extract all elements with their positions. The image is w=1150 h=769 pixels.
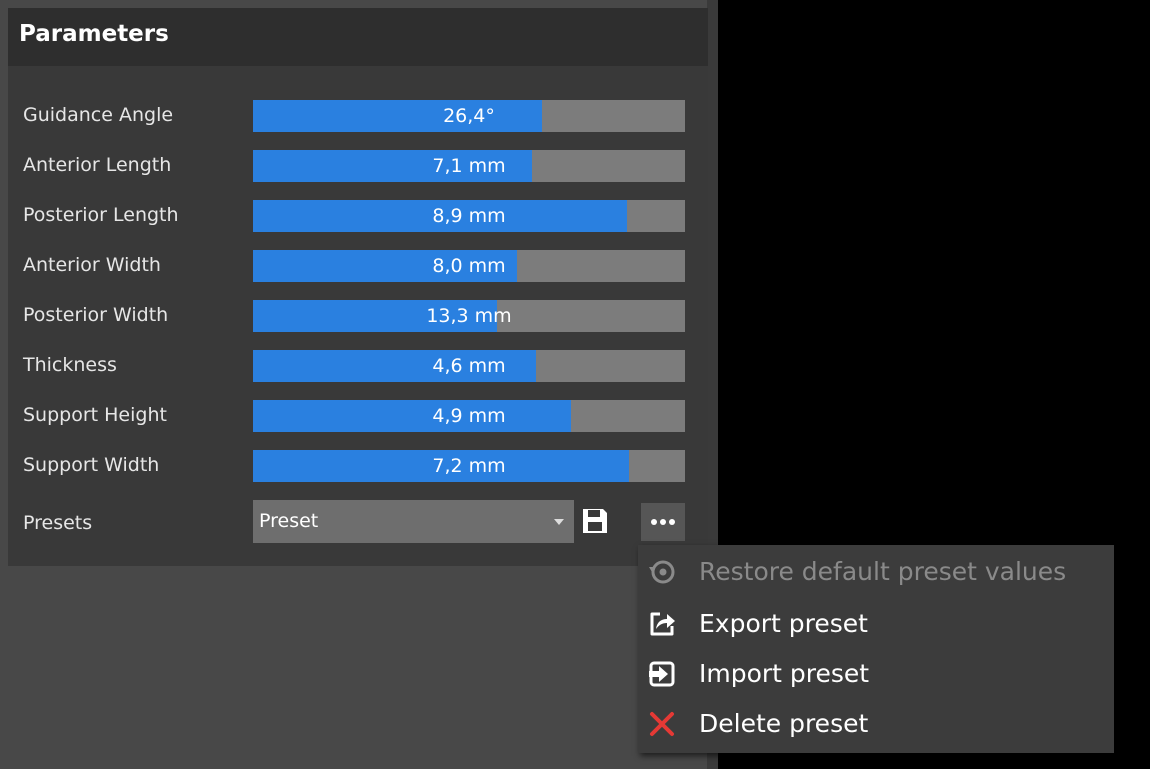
menu-item-delete-preset[interactable]: Delete preset	[638, 699, 1114, 749]
ellipsis-dot	[651, 519, 657, 525]
thickness-slider[interactable]: 4,6 mm	[253, 350, 685, 382]
anterior-width-label: Anterior Width	[23, 254, 161, 276]
thickness-label: Thickness	[23, 354, 117, 376]
restore-icon	[649, 560, 675, 584]
thickness-value: 4,6 mm	[432, 355, 506, 377]
ellipsis-dot	[660, 519, 666, 525]
delete-x-icon	[650, 712, 674, 736]
ellipsis-dot	[669, 519, 675, 525]
menu-item-label: Export preset	[699, 609, 868, 638]
row-presets: Presets Preset	[8, 500, 708, 544]
more-options-button[interactable]	[641, 503, 685, 541]
preset-selected-value: Preset	[259, 510, 319, 532]
posterior-width-label: Posterior Width	[23, 304, 169, 326]
guidance-angle-value: 26,4°	[443, 105, 495, 127]
row-anterior-width: Anterior Width 8,0 mm	[8, 250, 708, 284]
support-width-label: Support Width	[23, 454, 160, 476]
menu-item-export-preset[interactable]: Export preset	[638, 599, 1114, 649]
posterior-length-label: Posterior Length	[23, 204, 179, 226]
menu-item-import-preset[interactable]: Import preset	[638, 649, 1114, 699]
posterior-width-value: 13,3 mm	[426, 305, 512, 327]
posterior-length-slider[interactable]: 8,9 mm	[253, 200, 685, 232]
support-height-slider[interactable]: 4,9 mm	[253, 400, 685, 432]
presets-label: Presets	[23, 512, 93, 534]
row-posterior-width: Posterior Width 13,3 mm	[8, 300, 708, 334]
row-support-height: Support Height 4,9 mm	[8, 400, 708, 434]
row-thickness: Thickness 4,6 mm	[8, 350, 708, 384]
anterior-length-value: 7,1 mm	[432, 155, 506, 177]
posterior-width-slider[interactable]: 13,3 mm	[253, 300, 685, 332]
panel-title: Parameters	[19, 21, 169, 47]
preset-options-menu: Restore default preset values Export pre…	[638, 545, 1114, 753]
row-posterior-length: Posterior Length 8,9 mm	[8, 200, 708, 234]
chevron-down-icon	[554, 519, 564, 525]
anterior-width-value: 8,0 mm	[432, 255, 506, 277]
floppy-disk-icon	[583, 509, 607, 533]
save-preset-button[interactable]	[580, 506, 610, 536]
row-anterior-length: Anterior Length 7,1 mm	[8, 150, 708, 184]
anterior-width-slider[interactable]: 8,0 mm	[253, 250, 685, 282]
row-guidance-angle: Guidance Angle 26,4°	[8, 100, 708, 134]
export-icon	[650, 612, 675, 636]
posterior-length-value: 8,9 mm	[432, 205, 506, 227]
panel-header: Parameters	[8, 8, 708, 66]
support-height-label: Support Height	[23, 404, 167, 426]
row-support-width: Support Width 7,2 mm	[8, 450, 708, 484]
menu-item-label: Restore default preset values	[699, 557, 1067, 586]
guidance-angle-label: Guidance Angle	[23, 104, 174, 126]
guidance-angle-slider[interactable]: 26,4°	[253, 100, 685, 132]
menu-item-restore-defaults[interactable]: Restore default preset values	[638, 547, 1114, 597]
preset-select[interactable]: Preset	[253, 500, 574, 543]
anterior-length-label: Anterior Length	[23, 154, 172, 176]
menu-item-label: Delete preset	[699, 709, 869, 738]
parameters-panel: Parameters Guidance Angle 26,4° Anterior…	[8, 8, 708, 566]
support-width-value: 7,2 mm	[432, 455, 506, 477]
import-icon	[649, 661, 675, 687]
menu-item-label: Import preset	[699, 659, 870, 688]
support-height-value: 4,9 mm	[432, 405, 506, 427]
anterior-length-slider[interactable]: 7,1 mm	[253, 150, 685, 182]
support-width-slider[interactable]: 7,2 mm	[253, 450, 685, 482]
